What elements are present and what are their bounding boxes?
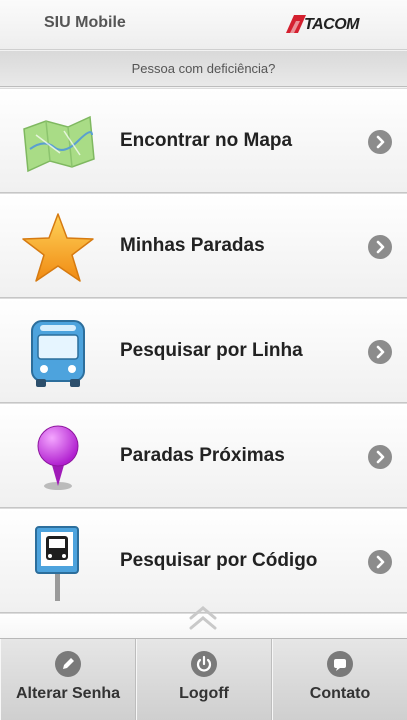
chevron-right-icon xyxy=(368,130,392,154)
accessibility-bar: Pessoa com deficiência? xyxy=(0,51,407,87)
change-password-button[interactable]: Alterar Senha xyxy=(0,639,136,720)
chevron-right-icon xyxy=(368,340,392,364)
menu-item-label: Paradas Próximas xyxy=(120,445,285,466)
app-header: SIU Mobile TACOM xyxy=(0,0,407,50)
menu-item-search-by-line[interactable]: Pesquisar por Linha xyxy=(0,298,407,403)
tacom-logo: TACOM xyxy=(284,13,376,35)
chevron-right-icon xyxy=(368,235,392,259)
logoff-button[interactable]: Logoff xyxy=(136,639,272,720)
double-chevron-up-icon[interactable] xyxy=(186,604,220,632)
accessibility-link[interactable]: Pessoa com deficiência? xyxy=(132,61,276,76)
chevron-right-icon xyxy=(368,445,392,469)
main-menu: Encontrar no Mapa Minhas Paradas Pesquis… xyxy=(0,88,407,613)
map-icon xyxy=(23,115,95,173)
menu-item-label: Pesquisar por Código xyxy=(120,550,318,571)
chevron-right-icon xyxy=(368,550,392,574)
menu-item-search-by-code[interactable]: Pesquisar por Código xyxy=(0,508,407,613)
chat-icon xyxy=(327,651,353,677)
menu-item-nearby-stops[interactable]: Paradas Próximas xyxy=(0,403,407,508)
logo-text: TACOM xyxy=(304,16,359,33)
power-icon xyxy=(191,651,217,677)
pencil-icon xyxy=(55,651,81,677)
menu-item-label: Pesquisar por Linha xyxy=(120,340,303,361)
menu-item-find-on-map[interactable]: Encontrar no Mapa xyxy=(0,88,407,193)
menu-item-label: Minhas Paradas xyxy=(120,235,265,256)
star-icon xyxy=(22,213,94,282)
footer-button-label: Contato xyxy=(309,685,371,702)
bus-icon xyxy=(31,320,85,387)
contact-button[interactable]: Contato xyxy=(272,639,407,720)
bus-stop-sign-icon xyxy=(35,526,79,601)
footer-button-label: Logoff xyxy=(179,685,229,702)
location-pin-icon xyxy=(37,425,79,490)
menu-item-label: Encontrar no Mapa xyxy=(120,130,293,151)
footer-button-label: Alterar Senha xyxy=(15,685,121,702)
app-title: SIU Mobile xyxy=(44,14,126,31)
footer-toolbar: Alterar Senha Logoff Contato xyxy=(0,638,407,720)
menu-item-my-stops[interactable]: Minhas Paradas xyxy=(0,193,407,298)
